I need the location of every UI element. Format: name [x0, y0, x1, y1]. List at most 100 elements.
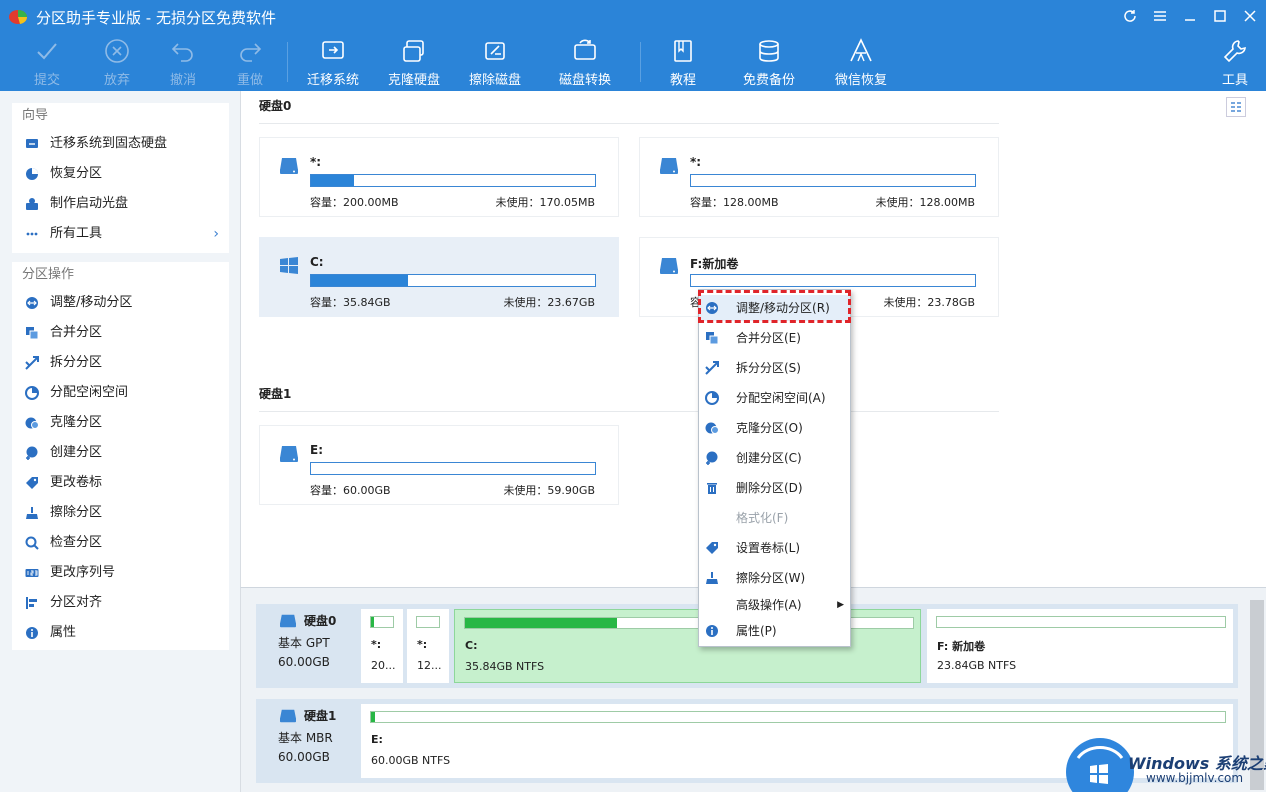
- more-icon: [24, 226, 40, 242]
- partition-ops-panel: 分区操作 调整/移动分区 合并分区 拆分分区 分配空闲空间 克隆分区 创建分区 更改卷标 擦除…: [12, 262, 229, 650]
- undo-icon: [168, 36, 198, 65]
- wizard-panel: 向导 迁移系统到固态硬盘 恢复分区 制作启动光盘 所有工具 ›: [12, 103, 229, 253]
- clone-disk-button[interactable]: 克隆硬盘: [387, 36, 441, 88]
- create-icon: [704, 450, 720, 466]
- context-menu-item-10[interactable]: 擦除分区(W): [699, 565, 850, 591]
- check-icon: [24, 535, 40, 551]
- wechat-recover-button[interactable]: 微信恢复: [834, 36, 888, 88]
- disk-convert-button[interactable]: 磁盘转换: [558, 36, 612, 88]
- sidebar-item-allocate[interactable]: 分配空闲空间: [12, 378, 229, 408]
- merge-icon: [704, 330, 720, 346]
- map-part-star2[interactable]: *: 12...: [407, 609, 449, 683]
- sidebar-item-resize[interactable]: 调整/移动分区: [12, 288, 229, 318]
- context-menu-item-4[interactable]: 分配空闲空间(A): [699, 385, 850, 411]
- discard-button[interactable]: 放弃: [100, 36, 134, 88]
- context-menu-item-8[interactable]: 格式化(F): [699, 505, 850, 531]
- sidebar-item-bootdisk[interactable]: 制作启动光盘: [12, 189, 229, 219]
- redo-icon: [235, 36, 265, 65]
- convert-icon: [570, 36, 600, 65]
- windows-logo-icon: [1066, 738, 1134, 792]
- close-icon[interactable]: [1239, 5, 1261, 27]
- usage-fill: [465, 618, 618, 628]
- drive-icon: [280, 614, 296, 627]
- usage-bar: [310, 174, 596, 187]
- wipe-icon: [704, 570, 720, 586]
- sidebar-item-label[interactable]: 更改卷标: [12, 468, 229, 498]
- top-bar: 分区助手专业版 - 无损分区免费软件 提交 放弃 撤消 重做 迁移系统 克隆硬盘…: [0, 0, 1266, 91]
- label-icon: [704, 540, 720, 556]
- sidebar-item-clone[interactable]: 克隆分区: [12, 408, 229, 438]
- refresh-icon[interactable]: [1119, 5, 1141, 27]
- sidebar-item-serial[interactable]: 更改序列号: [12, 558, 229, 588]
- partition-card-c[interactable]: C: 容量：35.84GB 未使用：23.67GB: [259, 237, 619, 317]
- partition-card-e[interactable]: E: 容量：60.00GB 未使用：59.90GB: [259, 425, 619, 505]
- sidebar-item-check[interactable]: 检查分区: [12, 528, 229, 558]
- sidebar-item-all-tools[interactable]: 所有工具 ›: [12, 219, 229, 249]
- split-icon: [24, 355, 40, 371]
- drive-icon: [660, 258, 678, 274]
- allocate-icon: [24, 385, 40, 401]
- usage-fill: [311, 175, 354, 186]
- sidebar-item-migrate-ssd[interactable]: 迁移系统到固态硬盘: [12, 129, 229, 159]
- context-menu-item-7[interactable]: 删除分区(D): [699, 475, 850, 501]
- context-menu-item-6[interactable]: 创建分区(C): [699, 445, 850, 471]
- disk0-info[interactable]: 硬盘0 基本 GPT 60.00GB: [256, 604, 358, 688]
- wizard-title: 向导: [22, 108, 49, 123]
- context-menu-item-11[interactable]: 高级操作(A) ▶: [699, 592, 850, 618]
- sidebar-item-create[interactable]: 创建分区: [12, 438, 229, 468]
- map-part-f[interactable]: F: 新加卷 23.84GB NTFS: [927, 609, 1233, 683]
- clone-disk-icon: [399, 36, 429, 65]
- minimize-icon[interactable]: [1179, 5, 1201, 27]
- app-logo-icon: [9, 10, 28, 24]
- migrate-icon: [318, 36, 348, 65]
- sidebar-item-info[interactable]: 属性: [12, 618, 229, 648]
- commit-button[interactable]: 提交: [30, 36, 64, 88]
- usage-bar: [690, 174, 976, 187]
- sidebar-item-split[interactable]: 拆分分区: [12, 348, 229, 378]
- usage-fill: [371, 712, 375, 722]
- bootdisk-icon: [24, 196, 40, 212]
- clone-icon: [24, 415, 40, 431]
- allocate-icon: [704, 390, 720, 406]
- tutorial-button[interactable]: 教程: [668, 36, 698, 88]
- title-bar: 分区助手专业版 - 无损分区免费软件: [0, 0, 1266, 32]
- sidebar-item-align[interactable]: 分区对齐: [12, 588, 229, 618]
- usage-bar: [310, 462, 596, 475]
- split-icon: [704, 360, 720, 376]
- context-menu-item-2[interactable]: 合并分区(E): [699, 325, 850, 351]
- toolbar-separator: [287, 42, 288, 82]
- maximize-icon[interactable]: [1209, 5, 1231, 27]
- redo-button[interactable]: 重做: [233, 36, 267, 88]
- sidebar-item-wipe[interactable]: 擦除分区: [12, 498, 229, 528]
- sidebar-item-merge[interactable]: 合并分区: [12, 318, 229, 348]
- disk0-label: 硬盘0: [259, 99, 292, 113]
- partition-card-star2[interactable]: *: 容量：128.00MB 未使用：128.00MB: [639, 137, 999, 217]
- wipe-icon: [24, 505, 40, 521]
- migrate-os-button[interactable]: 迁移系统: [306, 36, 360, 88]
- context-menu-item-5[interactable]: 克隆分区(O): [699, 415, 850, 441]
- serial-icon: [24, 565, 40, 581]
- partition-card-star1[interactable]: *: 容量：200.00MB 未使用：170.05MB: [259, 137, 619, 217]
- backup-icon: [754, 36, 784, 65]
- wrench-icon: [1220, 36, 1250, 65]
- watermark: Windows 系统之家 www.bjjmlv.com: [1064, 736, 1266, 792]
- book-icon: [668, 36, 698, 65]
- sidebar-item-recover-partition[interactable]: 恢复分区: [12, 159, 229, 189]
- disk1-info[interactable]: 硬盘1 基本 MBR 60.00GB: [256, 699, 358, 783]
- recover-a-icon: [846, 36, 876, 65]
- drive-icon: [280, 158, 298, 174]
- drive-icon: [280, 709, 296, 722]
- context-menu-item-3[interactable]: 拆分分区(S): [699, 355, 850, 381]
- create-icon: [24, 445, 40, 461]
- undo-button[interactable]: 撤消: [166, 36, 200, 88]
- menu-icon[interactable]: [1149, 5, 1171, 27]
- context-menu-item-12[interactable]: 属性(P): [699, 618, 850, 644]
- map-part-star1[interactable]: *: 20...: [361, 609, 403, 683]
- context-menu-item-9[interactable]: 设置卷标(L): [699, 535, 850, 561]
- usage-bar: [310, 274, 596, 287]
- tools-button[interactable]: 工具: [1220, 36, 1250, 88]
- wipe-disk-button[interactable]: 擦除磁盘: [468, 36, 522, 88]
- cancel-icon: [102, 36, 132, 65]
- free-backup-button[interactable]: 免费备份: [742, 36, 796, 88]
- view-toggle-button[interactable]: [1226, 97, 1246, 117]
